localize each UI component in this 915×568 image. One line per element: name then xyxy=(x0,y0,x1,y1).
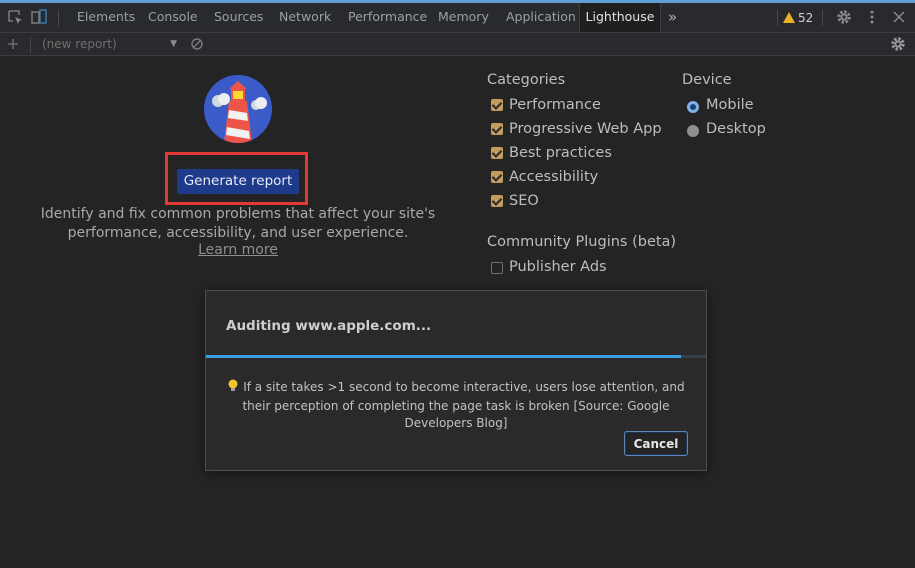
inspect-element-icon[interactable] xyxy=(6,8,24,26)
category-accessibility-label[interactable]: Accessibility xyxy=(509,168,598,186)
category-accessibility-checkbox[interactable] xyxy=(491,171,503,183)
settings-gear-icon[interactable] xyxy=(835,8,853,26)
device-desktop-label[interactable]: Desktop xyxy=(706,120,766,138)
category-performance-label[interactable]: Performance xyxy=(509,96,601,114)
lightbulb-icon xyxy=(227,379,239,398)
plugin-publisher-ads-checkbox[interactable] xyxy=(491,262,503,274)
tab-elements[interactable]: Elements xyxy=(77,3,135,32)
category-performance-checkbox[interactable] xyxy=(491,99,503,111)
tab-performance[interactable]: Performance xyxy=(348,3,427,32)
lighthouse-settings-gear-icon[interactable] xyxy=(889,35,907,53)
add-report-icon[interactable] xyxy=(4,35,22,53)
community-plugins-heading: Community Plugins (beta) xyxy=(487,234,677,250)
divider xyxy=(777,10,778,26)
dialog-title: Auditing www.apple.com... xyxy=(226,318,432,334)
generate-report-button[interactable]: Generate report xyxy=(177,169,299,194)
category-best-practices-checkbox[interactable] xyxy=(491,147,503,159)
learn-more-link[interactable]: Learn more xyxy=(190,241,286,259)
category-pwa-label[interactable]: Progressive Web App xyxy=(509,120,662,138)
divider xyxy=(30,37,31,53)
warnings-count: 52 xyxy=(798,11,814,25)
warnings-counter[interactable]: 52 xyxy=(783,9,813,27)
chevron-down-icon: ▼ xyxy=(170,39,177,49)
lighthouse-toolbar: (new report) ▼ xyxy=(0,33,915,56)
divider xyxy=(58,10,59,26)
device-mobile-radio[interactable] xyxy=(687,101,699,113)
report-select-value: (new report) xyxy=(42,37,117,51)
categories-heading: Categories xyxy=(487,72,566,88)
tab-console[interactable]: Console xyxy=(148,3,198,32)
close-devtools-icon[interactable] xyxy=(890,8,908,26)
device-mobile-label[interactable]: Mobile xyxy=(706,96,754,114)
category-pwa-checkbox[interactable] xyxy=(491,123,503,135)
tab-memory[interactable]: Memory xyxy=(438,3,489,32)
device-toolbar-icon[interactable] xyxy=(30,8,48,26)
category-seo-label[interactable]: SEO xyxy=(509,192,539,210)
progress-bar xyxy=(206,355,706,358)
tab-network[interactable]: Network xyxy=(279,3,331,32)
dialog-tip: If a site takes >1 second to become inte… xyxy=(226,379,686,432)
report-select[interactable]: (new report) ▼ xyxy=(42,36,177,52)
tab-application[interactable]: Application xyxy=(506,3,576,32)
progress-bar-fill xyxy=(206,355,681,358)
tab-sources[interactable]: Sources xyxy=(214,3,263,32)
warning-triangle-icon xyxy=(783,12,795,23)
plugin-publisher-ads-label[interactable]: Publisher Ads xyxy=(509,258,607,276)
dialog-tip-text: If a site takes >1 second to become inte… xyxy=(242,380,685,430)
lighthouse-description: Identify and fix common problems that af… xyxy=(40,206,436,241)
clear-all-icon[interactable] xyxy=(188,35,206,53)
category-seo-checkbox[interactable] xyxy=(491,195,503,207)
more-tabs-icon[interactable]: » xyxy=(668,3,677,32)
device-heading: Device xyxy=(682,72,732,88)
tab-lighthouse[interactable]: Lighthouse xyxy=(579,3,661,32)
cancel-button[interactable]: Cancel xyxy=(624,431,688,456)
lighthouse-logo-icon xyxy=(204,75,272,143)
device-desktop-radio[interactable] xyxy=(687,125,699,137)
category-best-practices-label[interactable]: Best practices xyxy=(509,144,612,162)
auditing-dialog: Auditing www.apple.com... If a site take… xyxy=(205,290,707,471)
more-options-icon[interactable] xyxy=(863,8,881,26)
devtools-tab-bar: Elements Console Sources Network Perform… xyxy=(0,0,915,33)
divider xyxy=(822,10,823,26)
